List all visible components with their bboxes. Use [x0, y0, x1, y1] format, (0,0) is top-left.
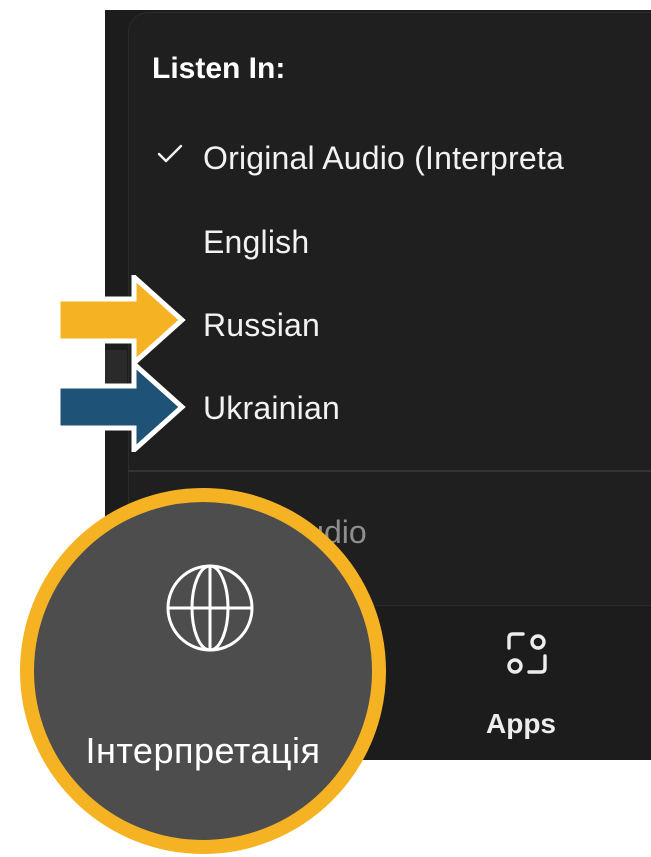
- menu-item-english[interactable]: English: [130, 210, 651, 274]
- apps-icon: [507, 632, 547, 674]
- interpretation-button-label: Інтерпретація: [85, 730, 321, 771]
- globe-icon: [166, 564, 254, 652]
- screenshot-stage: Listen In: Original Audio (Interpreta En…: [0, 0, 651, 857]
- apps-button[interactable]: Apps: [470, 620, 610, 750]
- menu-item-label: Ukrainian: [203, 390, 340, 426]
- menu-item-ukrainian[interactable]: Ukrainian: [130, 376, 651, 440]
- checkmark-icon: [157, 144, 183, 163]
- menu-item-label: Original Audio (Interpreta: [203, 140, 564, 176]
- menu-divider: [128, 470, 651, 472]
- menu-item-russian[interactable]: Russian: [130, 293, 651, 357]
- apps-button-label: Apps: [486, 708, 556, 739]
- blue-arrow-icon: [58, 362, 186, 452]
- menu-item-label: Russian: [203, 307, 321, 343]
- orange-arrow-icon: [58, 275, 186, 365]
- interpretation-button[interactable]: Інтерпретація: [20, 488, 386, 854]
- menu-heading: Listen In:: [152, 52, 286, 85]
- menu-item-label: English: [203, 224, 310, 260]
- menu-item-original-audio[interactable]: Original Audio (Interpreta: [130, 126, 651, 190]
